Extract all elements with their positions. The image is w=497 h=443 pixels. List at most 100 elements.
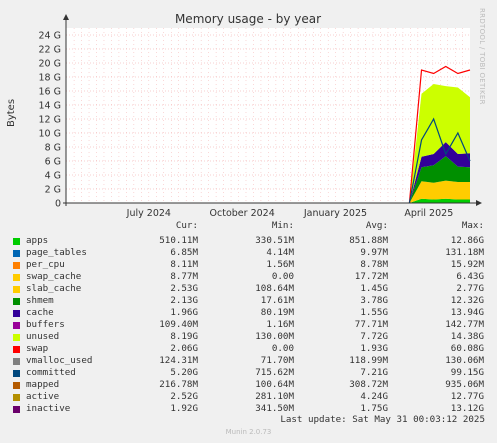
legend-swatch: [13, 382, 20, 389]
legend-swatch: [13, 274, 20, 281]
legend-header-cur: Cur:: [175, 220, 198, 231]
legend-value-cur: 124.31M: [159, 355, 198, 366]
legend-series-name: slab_cache: [26, 283, 82, 294]
y-tick-label: 6 G: [45, 157, 61, 168]
legend-series-name: vmalloc_used: [26, 355, 93, 366]
legend-swatch: [13, 358, 20, 365]
legend-value-avg: 851.88M: [349, 235, 388, 246]
legend-swatch: [13, 250, 20, 257]
legend-value-max: 12.86G: [450, 235, 484, 246]
legend-value-max: 15.92M: [450, 259, 484, 270]
legend-row-page_tables: page_tables 6.85M 4.14M 9.97M 131.18M: [0, 247, 497, 259]
legend-value-avg: 1.55G: [360, 307, 388, 318]
legend-row-swap: swap 2.06G 0.00 1.93G 60.08G: [0, 343, 497, 355]
legend-value-min: 100.64M: [255, 379, 294, 390]
legend-value-min: 281.10M: [255, 391, 294, 402]
legend-value-avg: 118.99M: [349, 355, 388, 366]
legend-value-min: 4.14M: [266, 247, 294, 258]
legend-value-max: 935.06M: [445, 379, 484, 390]
y-tick-label: 16 G: [39, 87, 61, 98]
legend-value-cur: 5.20G: [170, 367, 198, 378]
legend-value-max: 13.12G: [450, 403, 484, 414]
legend-series-name: apps: [26, 235, 49, 246]
munin-version-text: Munin 2.0.73: [225, 428, 272, 436]
legend-swatch: [13, 370, 20, 377]
legend-series-name: committed: [26, 367, 76, 378]
legend-series-name: swap_cache: [26, 271, 82, 282]
legend-header-min: Min:: [271, 220, 294, 231]
legend-value-avg: 7.72G: [360, 331, 388, 342]
y-tick-label: 18 G: [39, 73, 61, 84]
legend-value-max: 130.06M: [445, 355, 484, 366]
legend-value-min: 130.00M: [255, 331, 294, 342]
legend-value-max: 131.18M: [445, 247, 484, 258]
legend-value-avg: 1.93G: [360, 343, 388, 354]
legend-value-avg: 1.75G: [360, 403, 388, 414]
legend-value-cur: 1.92G: [170, 403, 198, 414]
legend-swatch: [13, 286, 20, 293]
y-tick-label: 8 G: [45, 143, 61, 154]
legend-value-avg: 77.71M: [354, 319, 388, 330]
y-tick-label: 4 G: [45, 171, 61, 182]
y-tick-label: 20 G: [39, 59, 61, 70]
legend-series-name: swap: [26, 343, 49, 354]
legend-value-cur: 8.19G: [170, 331, 198, 342]
legend-value-max: 60.08G: [450, 343, 484, 354]
legend-swatch: [13, 322, 20, 329]
legend-value-cur: 8.11M: [170, 259, 198, 270]
y-tick-label: 10 G: [39, 129, 61, 140]
legend-value-max: 99.15G: [450, 367, 484, 378]
legend-value-cur: 8.77M: [170, 271, 198, 282]
legend-value-min: 0.00: [271, 343, 294, 354]
legend-value-min: 17.61M: [260, 295, 294, 306]
legend-value-avg: 9.97M: [360, 247, 388, 258]
legend-swatch: [13, 238, 20, 245]
legend-value-cur: 2.53G: [170, 283, 198, 294]
legend-row-swap_cache: swap_cache 8.77M 0.00 17.72M 6.43G: [0, 271, 497, 283]
y-tick-label: 24 G: [39, 31, 61, 42]
legend-swatch: [13, 334, 20, 341]
legend-value-max: 12.77G: [450, 391, 484, 402]
legend-value-max: 12.32G: [450, 295, 484, 306]
legend-value-max: 142.77M: [445, 319, 484, 330]
legend-value-min: 341.50M: [255, 403, 294, 414]
legend-swatch: [13, 298, 20, 305]
legend-value-avg: 17.72M: [354, 271, 388, 282]
legend-row-shmem: shmem 2.13G 17.61M 3.78G 12.32G: [0, 295, 497, 307]
legend-header: Cur: Min: Avg: Max:: [0, 220, 497, 232]
legend-value-cur: 2.52G: [170, 391, 198, 402]
legend-row-buffers: buffers 109.40M 1.16M 77.71M 142.77M: [0, 319, 497, 331]
rrdtool-watermark: RRDTOOL / TOBI OETIKER: [478, 8, 486, 105]
legend-value-cur: 2.06G: [170, 343, 198, 354]
legend-value-avg: 1.45G: [360, 283, 388, 294]
legend-value-min: 1.56M: [266, 259, 294, 270]
legend-series-name: buffers: [26, 319, 65, 330]
legend-series-name: unused: [26, 331, 60, 342]
legend-value-avg: 7.21G: [360, 367, 388, 378]
legend-value-min: 330.51M: [255, 235, 294, 246]
legend-value-max: 6.43G: [456, 271, 484, 282]
legend-row-vmalloc_used: vmalloc_used 124.31M 71.70M 118.99M 130.06M: [0, 355, 497, 367]
y-tick-label: 2 G: [45, 185, 61, 196]
legend-value-cur: 2.13G: [170, 295, 198, 306]
y-axis-label: Bytes: [6, 99, 17, 127]
x-tick-label: April 2025: [404, 208, 453, 219]
legend-series-name: active: [26, 391, 60, 402]
y-axis-arrow: [63, 14, 69, 20]
legend-swatch: [13, 406, 20, 413]
y-tick-label: 14 G: [39, 101, 61, 112]
legend-row-slab_cache: slab_cache 2.53G 108.64M 1.45G 2.77G: [0, 283, 497, 295]
legend-value-avg: 8.78M: [360, 259, 388, 270]
legend-value-max: 14.38G: [450, 331, 484, 342]
legend-header-avg: Avg:: [365, 220, 388, 231]
legend-row-apps: apps 510.11M 330.51M 851.88M 12.86G: [0, 235, 497, 247]
legend-value-min: 0.00: [271, 271, 294, 282]
legend-value-cur: 510.11M: [159, 235, 198, 246]
legend-value-avg: 3.78G: [360, 295, 388, 306]
legend-value-min: 80.19M: [260, 307, 294, 318]
legend-value-min: 71.70M: [260, 355, 294, 366]
legend-value-cur: 216.78M: [159, 379, 198, 390]
legend-series-name: per_cpu: [26, 259, 65, 270]
legend-row-cache: cache 1.96G 80.19M 1.55G 13.94G: [0, 307, 497, 319]
legend-row-mapped: mapped 216.78M 100.64M 308.72M 935.06M: [0, 379, 497, 391]
